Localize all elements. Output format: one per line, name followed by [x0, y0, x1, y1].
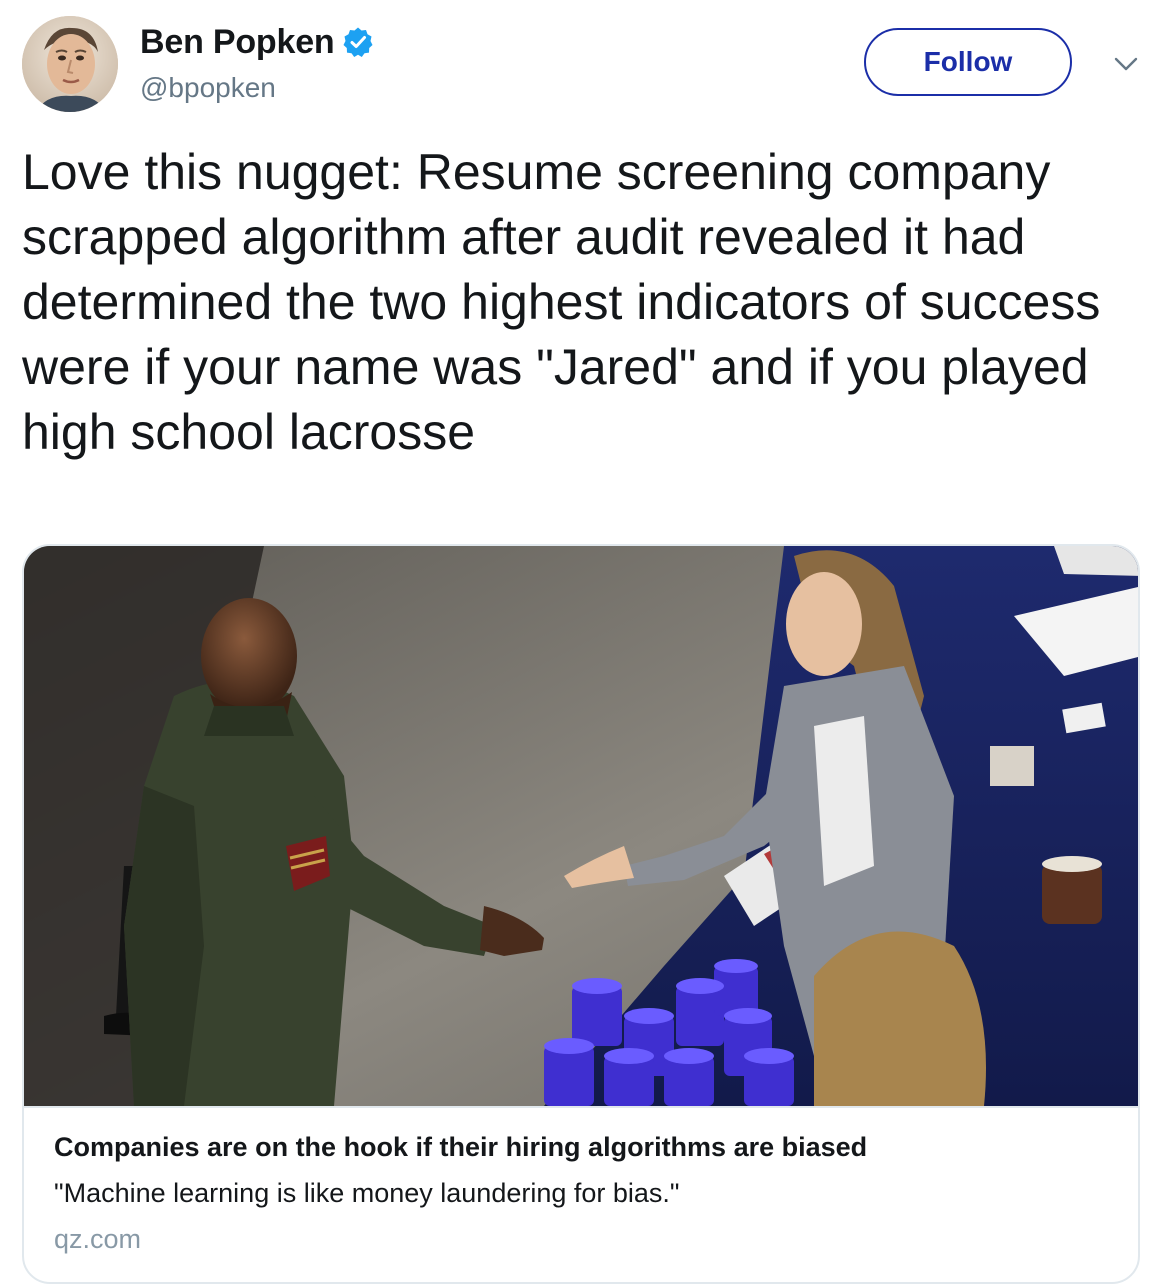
author-display-name[interactable]: Ben Popken [140, 23, 335, 62]
verified-badge-icon [343, 27, 373, 57]
card-divider [24, 1106, 1138, 1108]
card-image[interactable] [24, 546, 1138, 1106]
avatar-photo [22, 16, 118, 112]
card-photo [24, 546, 1138, 1106]
card-description: "Machine learning is like money launderi… [54, 1178, 680, 1208]
follow-button[interactable]: Follow [864, 28, 1072, 96]
author-handle[interactable]: @bpopken [140, 72, 276, 104]
card-domain: qz.com [54, 1224, 142, 1254]
card-title[interactable]: Companies are on the hook if their hirin… [54, 1130, 1114, 1164]
tweet-text: Love this nugget: Resume screening compa… [22, 144, 1115, 460]
chevron-down-icon[interactable] [1112, 54, 1140, 74]
link-card[interactable]: Companies are on the hook if their hirin… [22, 544, 1140, 1284]
tweet: Ben Popken @bpopken Follow Love this nug… [0, 0, 1174, 1284]
author-name-row[interactable]: Ben Popken [140, 22, 374, 62]
avatar[interactable] [22, 16, 118, 112]
